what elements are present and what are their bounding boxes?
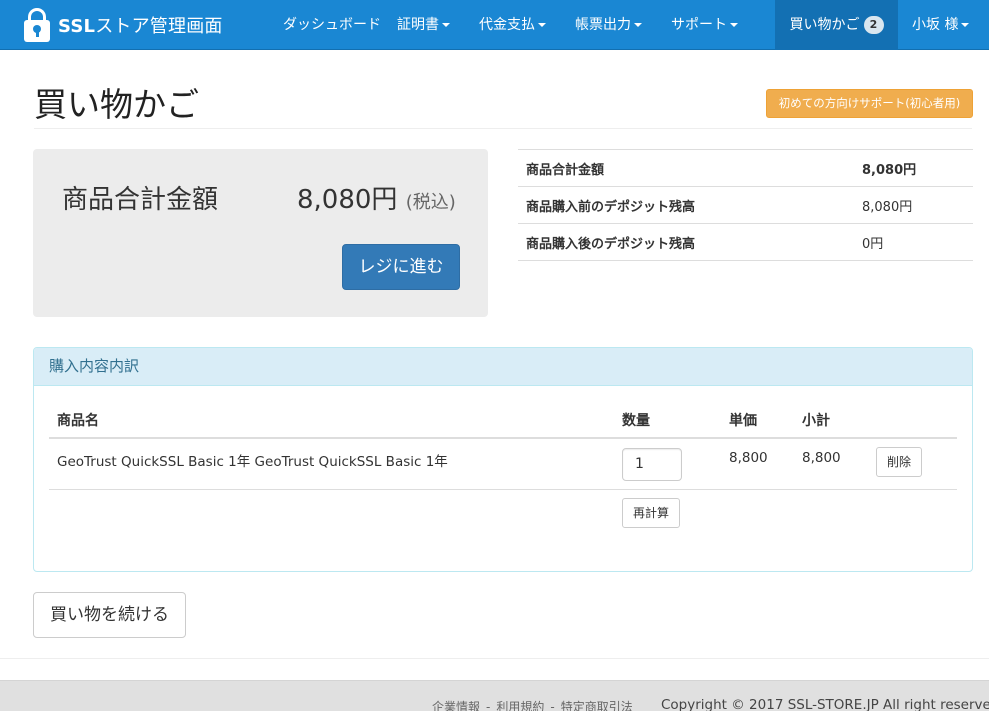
brand-link[interactable]: SSLストア管理画面 bbox=[24, 5, 223, 45]
summary-row-label: 商品購入後のデポジット残高 bbox=[518, 223, 854, 261]
summary-row-value: 8,080円 bbox=[854, 186, 973, 224]
brand-prefix: SSL bbox=[58, 16, 96, 37]
footer-separator: - bbox=[486, 700, 491, 711]
summary-row-value: 8,080円 bbox=[854, 149, 973, 187]
nav-certificates-label: 証明書 bbox=[397, 17, 439, 33]
total-amount-value: 8,080円 bbox=[297, 185, 398, 215]
nav-payment[interactable]: 代金支払 bbox=[479, 0, 546, 50]
panel-title: 購入内容内訳 bbox=[34, 348, 972, 386]
nav-reports[interactable]: 帳票出力 bbox=[575, 0, 642, 50]
nav-user-label: 小坂 様 bbox=[912, 17, 959, 33]
checkout-button[interactable]: レジに進む bbox=[342, 244, 460, 290]
page-title: 買い物かご bbox=[34, 85, 199, 124]
caret-down-icon bbox=[730, 23, 738, 27]
copyright: Copyright © 2017 SSL-STORE.JP All right … bbox=[661, 697, 989, 711]
caret-down-icon bbox=[961, 23, 970, 27]
table-row: 商品購入前のデポジット残高 8,080円 bbox=[518, 186, 973, 224]
footer-link-company[interactable]: 企業情報 bbox=[432, 700, 480, 711]
caret-down-icon bbox=[442, 23, 450, 27]
summary-row-label: 商品合計金額 bbox=[518, 149, 854, 187]
nav-dashboard-label: ダッシュボード bbox=[283, 17, 381, 33]
nav-cart[interactable]: 買い物かご 2 bbox=[775, 0, 898, 50]
recalculate-button[interactable]: 再計算 bbox=[622, 498, 680, 528]
brand-title: SSLストア管理画面 bbox=[58, 12, 223, 38]
unit-price: 8,800 bbox=[729, 450, 768, 466]
table-row: 商品合計金額 8,080円 bbox=[518, 149, 973, 187]
order-details-panel: 購入内容内訳 商品名 数量 単価 小計 GeoTrust QuickSSL Ba… bbox=[33, 347, 973, 572]
delete-button[interactable]: 削除 bbox=[876, 447, 922, 477]
padlock-icon bbox=[24, 8, 50, 42]
quantity-input[interactable]: 1 bbox=[622, 448, 682, 481]
beginner-support-button[interactable]: 初めての方向けサポート(初心者用) bbox=[766, 89, 973, 118]
subtotal: 8,800 bbox=[802, 450, 841, 466]
column-header-product: 商品名 bbox=[57, 413, 99, 429]
product-name: GeoTrust QuickSSL Basic 1年 GeoTrust Quic… bbox=[57, 454, 448, 470]
tax-note: (税込) bbox=[405, 192, 456, 213]
header-divider bbox=[49, 437, 957, 439]
footer-link-commerce-law[interactable]: 特定商取引法 bbox=[561, 700, 633, 711]
total-label: 商品合計金額 bbox=[62, 185, 219, 215]
nav-payment-label: 代金支払 bbox=[479, 17, 535, 33]
column-header-unit-price: 単価 bbox=[729, 413, 757, 429]
deposit-summary-table: 商品合計金額 8,080円 商品購入前のデポジット残高 8,080円 商品購入後… bbox=[518, 149, 973, 261]
table-row: 商品購入後のデポジット残高 0円 bbox=[518, 223, 973, 261]
continue-shopping-button[interactable]: 買い物を続ける bbox=[33, 592, 186, 638]
footer-links: 企業情報 - 利用規約 - 特定商取引法 bbox=[432, 698, 633, 711]
nav-user-menu[interactable]: 小坂 様 bbox=[912, 0, 970, 50]
total-summary-well: 商品合計金額 8,080円 (税込) レジに進む bbox=[33, 149, 488, 317]
column-header-quantity: 数量 bbox=[622, 413, 650, 429]
title-divider bbox=[34, 128, 972, 129]
footer-separator: - bbox=[550, 700, 555, 711]
summary-row-label: 商品購入前のデポジット残高 bbox=[518, 186, 854, 224]
column-header-subtotal: 小計 bbox=[802, 413, 830, 429]
caret-down-icon bbox=[634, 23, 642, 27]
footer: 企業情報 - 利用規約 - 特定商取引法 Copyright © 2017 SSL-ST… bbox=[0, 680, 989, 711]
summary-row-value: 0円 bbox=[854, 223, 973, 261]
top-navbar: SSLストア管理画面 ダッシュボード 証明書 代金支払 帳票出力 サポート 買い… bbox=[0, 0, 989, 50]
cart-count-badge: 2 bbox=[863, 16, 884, 34]
footer-link-terms[interactable]: 利用規約 bbox=[496, 700, 544, 711]
brand-suffix: ストア管理画面 bbox=[95, 16, 223, 37]
nav-support-label: サポート bbox=[671, 17, 727, 33]
nav-cart-label: 買い物かご bbox=[789, 17, 860, 33]
total-amount: 8,080円 (税込) bbox=[297, 179, 456, 216]
nav-reports-label: 帳票出力 bbox=[575, 17, 631, 33]
nav-support[interactable]: サポート bbox=[671, 0, 738, 50]
nav-certificates[interactable]: 証明書 bbox=[397, 0, 450, 50]
caret-down-icon bbox=[538, 23, 546, 27]
nav-dashboard[interactable]: ダッシュボード bbox=[283, 0, 381, 50]
footer-divider bbox=[0, 658, 989, 659]
row-divider bbox=[49, 489, 957, 490]
